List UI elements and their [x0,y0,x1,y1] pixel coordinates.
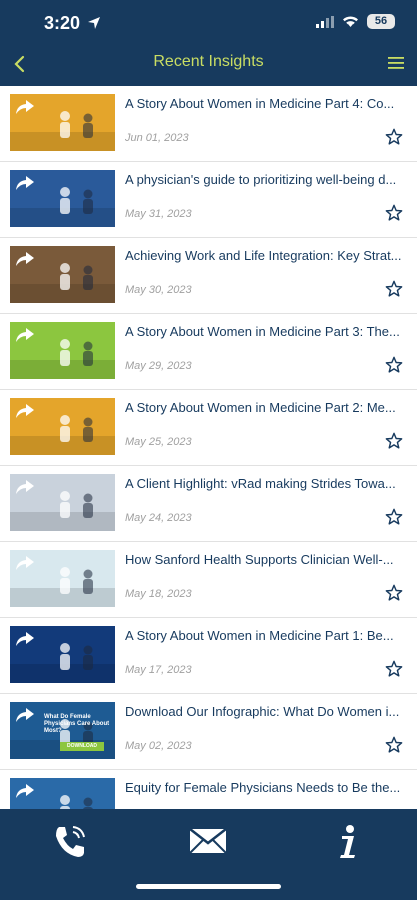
share-arrow-icon[interactable] [14,706,36,724]
article-title[interactable]: A physician's guide to prioritizing well… [125,172,409,187]
favorite-star-icon[interactable] [385,736,403,754]
location-arrow-icon [88,17,100,29]
article-thumbnail[interactable] [10,398,115,455]
article-date: May 18, 2023 [125,588,192,600]
article-thumbnail[interactable] [10,626,115,683]
article-date: May 29, 2023 [125,360,192,372]
article-date: May 31, 2023 [125,208,192,220]
signal-icon [316,15,334,28]
article-date: Jun 01, 2023 [125,132,189,144]
article-title[interactable]: A Story About Women in Medicine Part 2: … [125,400,409,415]
article-title[interactable]: A Story About Women in Medicine Part 1: … [125,628,409,643]
favorite-star-icon[interactable] [385,356,403,374]
list-item[interactable]: A Story About Women in Medicine Part 3: … [0,314,417,390]
list-item[interactable]: Equity for Female Physicians Needs to Be… [0,770,417,809]
list-item[interactable]: How Sanford Health Supports Clinician We… [0,542,417,618]
status-bar: 3:20 56 [0,0,417,44]
favorite-star-icon[interactable] [385,128,403,146]
article-thumbnail[interactable] [10,94,115,151]
hamburger-menu-icon[interactable] [387,54,405,72]
share-arrow-icon[interactable] [14,402,36,420]
share-arrow-icon[interactable] [14,630,36,648]
article-date: May 02, 2023 [125,740,192,752]
article-title[interactable]: A Client Highlight: vRad making Strides … [125,476,409,491]
share-arrow-icon[interactable] [14,326,36,344]
article-title[interactable]: How Sanford Health Supports Clinician We… [125,552,409,567]
article-thumbnail[interactable]: What Do Female Physicians Care About Mos… [10,702,115,759]
favorite-star-icon[interactable] [385,432,403,450]
article-date: May 17, 2023 [125,664,192,676]
app-header: Recent Insights [0,44,417,86]
article-thumbnail[interactable] [10,778,115,809]
list-item[interactable]: A physician's guide to prioritizing well… [0,162,417,238]
wifi-icon [343,16,358,27]
list-item[interactable]: A Client Highlight: vRad making Strides … [0,466,417,542]
share-arrow-icon[interactable] [14,554,36,572]
list-item[interactable]: A Story About Women in Medicine Part 4: … [0,86,417,162]
list-item[interactable]: What Do Female Physicians Care About Mos… [0,694,417,770]
article-title[interactable]: Achieving Work and Life Integration: Key… [125,248,409,263]
share-arrow-icon[interactable] [14,782,36,800]
info-icon[interactable] [328,821,368,861]
article-thumbnail[interactable] [10,322,115,379]
article-thumbnail[interactable] [10,474,115,531]
favorite-star-icon[interactable] [385,584,403,602]
share-arrow-icon[interactable] [14,98,36,116]
article-title[interactable]: Equity for Female Physicians Needs to Be… [125,780,409,795]
list-item[interactable]: A Story About Women in Medicine Part 2: … [0,390,417,466]
favorite-star-icon[interactable] [385,280,403,298]
article-title[interactable]: A Story About Women in Medicine Part 3: … [125,324,409,339]
share-arrow-icon[interactable] [14,250,36,268]
list-item[interactable]: A Story About Women in Medicine Part 1: … [0,618,417,694]
share-arrow-icon[interactable] [14,174,36,192]
article-date: May 25, 2023 [125,436,192,448]
share-arrow-icon[interactable] [14,478,36,496]
article-thumbnail[interactable] [10,246,115,303]
favorite-star-icon[interactable] [385,660,403,678]
favorite-star-icon[interactable] [385,204,403,222]
article-thumbnail[interactable] [10,550,115,607]
home-indicator [136,884,281,889]
thumbnail-caption: What Do Female Physicians Care About Mos… [44,714,110,734]
list-item[interactable]: Achieving Work and Life Integration: Key… [0,238,417,314]
article-thumbnail[interactable] [10,170,115,227]
favorite-star-icon[interactable] [385,508,403,526]
thumbnail-download-badge: DOWNLOAD [60,742,104,751]
page-title: Recent Insights [153,53,264,70]
article-date: May 30, 2023 [125,284,192,296]
status-icons: 56 [316,14,395,29]
article-title[interactable]: A Story About Women in Medicine Part 4: … [125,96,409,111]
insights-list[interactable]: A Story About Women in Medicine Part 4: … [0,86,417,809]
status-time: 3:20 [44,13,81,33]
mail-icon[interactable] [188,821,228,861]
battery-indicator: 56 [367,14,395,29]
article-date: May 24, 2023 [125,512,192,524]
phone-icon[interactable] [50,821,90,861]
article-title[interactable]: Download Our Infographic: What Do Women … [125,704,409,719]
